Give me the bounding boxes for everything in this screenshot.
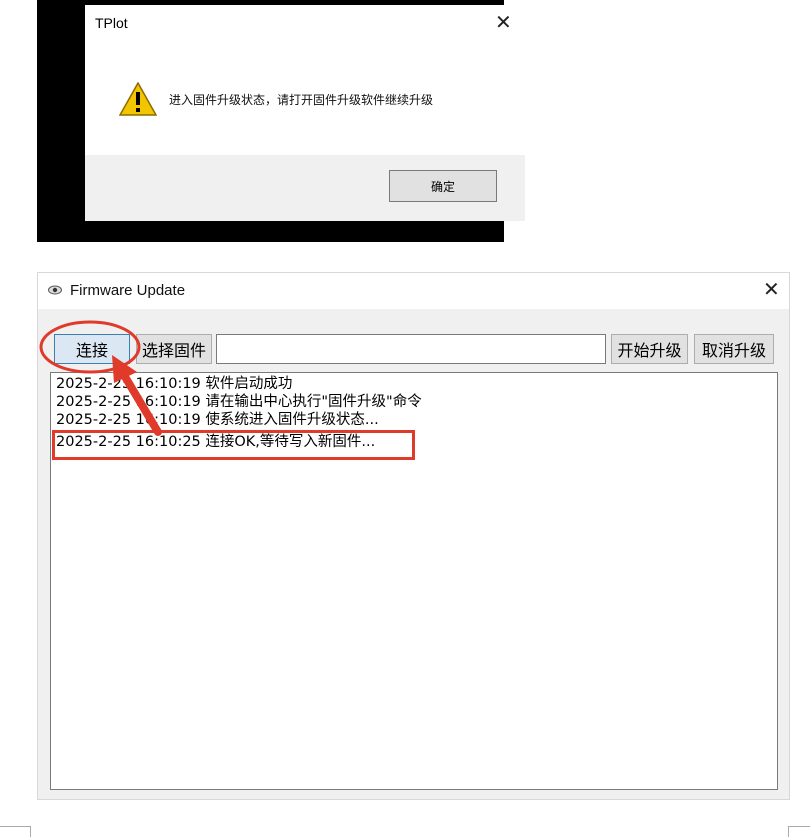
message-box-frame: TPlot ✕ 进入固件升级状态，请打开固件升级软件继续升级 确定: [37, 0, 525, 242]
start-upgrade-button[interactable]: 开始升级: [611, 334, 688, 364]
message-box-dialog: TPlot ✕ 进入固件升级状态，请打开固件升级软件继续升级 确定: [85, 5, 525, 221]
log-line: 2025-2-25 16:10:19 软件启动成功: [56, 376, 293, 392]
message-box-footer: 确定: [85, 155, 525, 221]
firmware-update-window: Firmware Update ✕ 连接 选择固件 开始升级 取消升级 2025…: [37, 272, 790, 800]
window-title: Firmware Update: [70, 282, 186, 299]
eye-icon: [48, 285, 62, 295]
page-edge-mark: [0, 826, 31, 837]
log-line: 2025-2-25 16:10:19 使系统进入固件升级状态...: [56, 412, 379, 425]
title-bar[interactable]: Firmware Update ✕: [38, 273, 789, 309]
page-edge-mark: [788, 826, 810, 837]
connect-button[interactable]: 连接: [54, 334, 130, 364]
ok-button[interactable]: 确定: [389, 170, 497, 202]
close-icon[interactable]: ✕: [763, 278, 780, 300]
log-line: 2025-2-25 16:10:19 请在输出中心执行"固件升级"命令: [56, 394, 422, 410]
log-output[interactable]: 2025-2-25 16:10:19 软件启动成功 2025-2-25 16:1…: [50, 372, 778, 790]
highlight-box: [52, 430, 415, 460]
close-icon[interactable]: ✕: [495, 11, 512, 33]
firmware-path-input[interactable]: [216, 334, 606, 364]
warning-icon: [119, 82, 157, 116]
message-box-text: 进入固件升级状态，请打开固件升级软件继续升级: [169, 93, 434, 107]
select-firmware-button[interactable]: 选择固件: [136, 334, 212, 364]
message-box-title: TPlot: [95, 15, 128, 31]
cancel-upgrade-button[interactable]: 取消升级: [694, 334, 774, 364]
